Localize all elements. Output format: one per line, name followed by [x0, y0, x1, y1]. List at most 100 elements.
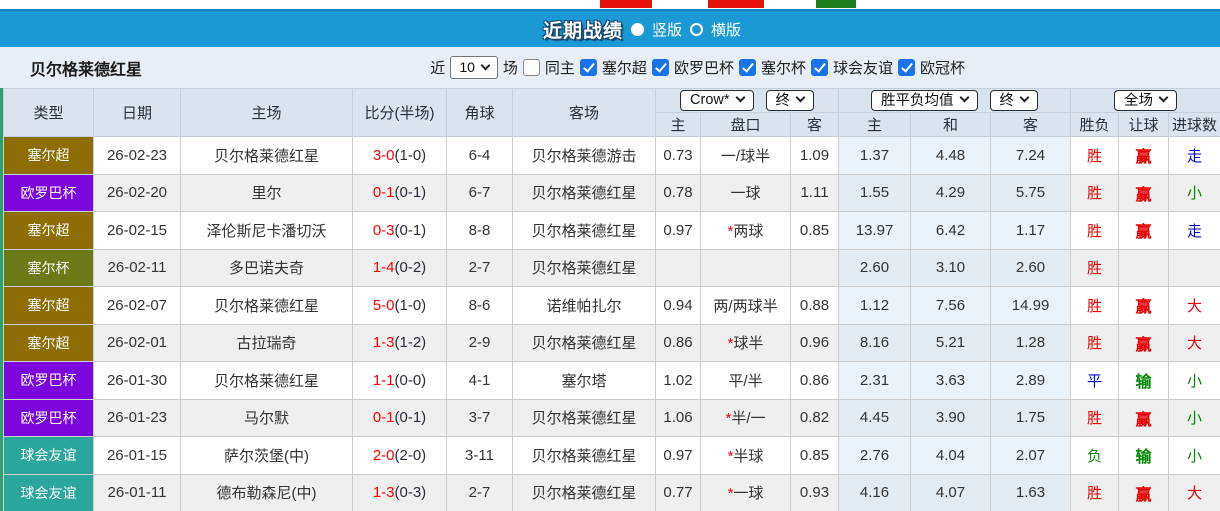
- league-label-champions[interactable]: 欧冠杯: [920, 57, 965, 78]
- home-team-link[interactable]: 贝尔格莱德红星: [180, 136, 353, 175]
- league-checkbox-serbia-cup[interactable]: [738, 59, 756, 76]
- home-team-link[interactable]: 泽伦斯尼卡潘切沃: [180, 211, 353, 250]
- league-label-europa[interactable]: 欧罗巴杯: [674, 57, 734, 78]
- home-team-link[interactable]: 贝尔格莱德红星: [180, 286, 353, 325]
- home-team-link[interactable]: 德布勒森尼(中): [180, 473, 353, 511]
- result-cell: 平: [1070, 361, 1120, 400]
- odds-source-final-select[interactable]: 终: [765, 90, 814, 111]
- home-team-link[interactable]: 贝尔格莱德红星: [180, 361, 353, 400]
- league-label-friendly[interactable]: 球会友谊: [833, 57, 893, 78]
- score-cell: 2-0(2-0): [352, 436, 447, 475]
- ah-line: *一球: [700, 473, 791, 511]
- odds-draw-cell: 4.04: [910, 436, 992, 475]
- horizontal-layout-label[interactable]: 横版: [711, 19, 741, 40]
- away-team-link[interactable]: 塞尔塔: [512, 361, 656, 400]
- score-cell: 1-4(0-2): [352, 248, 447, 287]
- table-row: 欧罗巴杯 26-02-20 里尔 0-1(0-1) 6-7 贝尔格莱德红星 0.…: [3, 173, 1220, 212]
- league-badge: 球会友谊: [3, 473, 94, 511]
- odds-source-select[interactable]: Crow*: [680, 90, 754, 111]
- goals-result-cell: 大: [1168, 286, 1220, 325]
- home-team-link[interactable]: 马尔默: [180, 398, 353, 437]
- ah-line: *半球: [700, 436, 791, 475]
- col-header-goals: 进球数: [1168, 112, 1220, 137]
- table-row: 球会友谊 26-01-15 萨尔茨堡(中) 2-0(2-0) 3-11 贝尔格莱…: [3, 436, 1220, 475]
- ah-line: 平/半: [700, 361, 791, 400]
- league-badge: 塞尔超: [3, 136, 94, 175]
- result-cell: 胜: [1070, 136, 1120, 175]
- partial-green-button[interactable]: [816, 0, 856, 8]
- same-home-label[interactable]: 同主: [545, 57, 575, 78]
- wdl-final-select[interactable]: 终: [989, 90, 1039, 111]
- asian-handicap-group-header: Crow* 终: [654, 88, 840, 113]
- partial-red-button-1[interactable]: [600, 0, 652, 8]
- league-label-serbia-super[interactable]: 塞尔超: [602, 57, 647, 78]
- ah-line: [700, 248, 791, 287]
- chevron-down-icon: [959, 92, 969, 103]
- odds-away-cell: 1.63: [990, 473, 1072, 511]
- ah-home-odds: 0.94: [655, 286, 701, 325]
- ah-away-odds: 0.88: [789, 286, 840, 325]
- league-label-serbia-cup[interactable]: 塞尔杯: [761, 57, 806, 78]
- away-team-link[interactable]: 贝尔格莱德游击: [512, 136, 656, 175]
- odds-away-cell: 14.99: [990, 286, 1072, 325]
- score-cell: 1-1(0-0): [352, 361, 447, 400]
- away-team-link[interactable]: 诺维帕扎尔: [512, 286, 656, 325]
- home-team-link[interactable]: 多巴诺夫奇: [180, 248, 353, 287]
- wdl-average-select[interactable]: 胜平负均值: [871, 90, 978, 111]
- odds-draw-cell: 4.07: [910, 473, 992, 511]
- ah-line: *球半: [700, 323, 791, 362]
- odds-away-cell: 2.07: [990, 436, 1072, 475]
- away-team-link[interactable]: 贝尔格莱德红星: [512, 398, 656, 437]
- match-date: 26-01-23: [93, 398, 181, 437]
- handicap-result-cell: 输: [1118, 361, 1170, 400]
- goals-result-cell: 小: [1168, 436, 1220, 475]
- radio-horizontal-layout[interactable]: [690, 22, 703, 36]
- league-checkbox-europa[interactable]: [651, 59, 669, 76]
- away-team-link[interactable]: 贝尔格莱德红星: [512, 173, 656, 212]
- radio-vertical-layout[interactable]: [630, 22, 644, 36]
- match-date: 26-01-15: [93, 436, 181, 475]
- same-home-checkbox[interactable]: [522, 59, 540, 76]
- page-title: 近期战绩: [542, 20, 623, 42]
- chevron-down-icon: [1019, 92, 1030, 103]
- home-team-link[interactable]: 里尔: [180, 173, 353, 212]
- home-team-link[interactable]: 古拉瑞奇: [180, 323, 353, 362]
- handicap-result-cell: 赢: [1118, 398, 1170, 437]
- league-checkbox-serbia-super[interactable]: [579, 59, 597, 76]
- score-cell: 1-3(1-2): [352, 323, 447, 362]
- match-count-select[interactable]: 10: [450, 56, 498, 79]
- goals-result-cell: [1168, 248, 1220, 287]
- away-team-link[interactable]: 贝尔格莱德红星: [512, 323, 656, 362]
- home-team-link[interactable]: 萨尔茨堡(中): [180, 436, 353, 475]
- away-team-link[interactable]: 贝尔格莱德红星: [512, 436, 656, 475]
- table-row: 球会友谊 26-01-11 德布勒森尼(中) 1-3(0-3) 2-7 贝尔格莱…: [3, 473, 1220, 511]
- ah-home-odds: [655, 248, 701, 287]
- handicap-result-cell: 赢: [1118, 173, 1170, 212]
- scope-group-header: 全场: [1070, 88, 1220, 113]
- away-team-link[interactable]: 贝尔格莱德红星: [512, 473, 656, 511]
- away-team-link[interactable]: 贝尔格莱德红星: [512, 248, 656, 287]
- league-badge: 塞尔超: [3, 323, 94, 362]
- odds-home-cell: 2.60: [838, 248, 912, 287]
- league-checkbox-friendly[interactable]: [810, 59, 828, 76]
- score-cell: 0-1(0-1): [352, 173, 447, 212]
- table-row: 塞尔杯 26-02-11 多巴诺夫奇 1-4(0-2) 2-7 贝尔格莱德红星 …: [3, 248, 1220, 287]
- away-team-link[interactable]: 贝尔格莱德红星: [512, 211, 656, 250]
- ah-line: 一/球半: [700, 136, 791, 175]
- match-date: 26-02-15: [93, 211, 181, 250]
- scope-select[interactable]: 全场: [1114, 90, 1178, 111]
- partial-red-button-2[interactable]: [708, 0, 764, 8]
- odds-home-cell: 1.37: [838, 136, 912, 175]
- col-header-corners: 角球: [446, 88, 513, 137]
- league-checkbox-champions[interactable]: [897, 59, 915, 76]
- score-cell: 0-1(0-1): [352, 398, 447, 437]
- vertical-layout-label[interactable]: 竖版: [652, 19, 682, 40]
- col-header-away: 客场: [512, 88, 656, 137]
- goals-result-cell: 走: [1168, 136, 1220, 175]
- table-row: 塞尔超 26-02-23 贝尔格莱德红星 3-0(1-0) 6-4 贝尔格莱德游…: [3, 136, 1220, 175]
- ah-away-odds: 1.09: [789, 136, 840, 175]
- results-table: 类型 日期 主场 比分(半场) 角球 客场 Crow* 终 胜平负均值 终 全场…: [3, 88, 1220, 511]
- handicap-result-cell: 赢: [1118, 286, 1170, 325]
- col-header-ah-home: 主: [655, 112, 701, 137]
- col-header-ah-line: 盘口: [700, 112, 791, 137]
